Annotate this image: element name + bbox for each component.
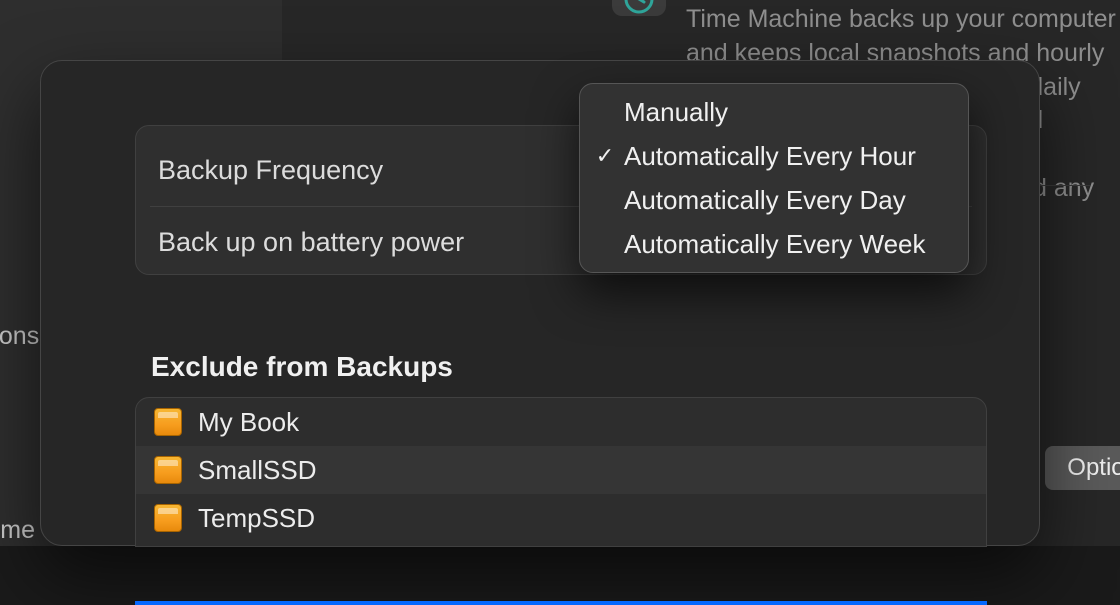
exclude-heading: Exclude from Backups bbox=[151, 351, 453, 383]
menu-item-hourly[interactable]: ✓ Automatically Every Hour bbox=[580, 134, 968, 178]
exclude-item-label: My Book bbox=[198, 407, 299, 438]
backup-frequency-menu: Manually ✓ Automatically Every Hour Auto… bbox=[579, 83, 969, 273]
disk-icon bbox=[154, 456, 182, 484]
selection-highlight bbox=[135, 601, 987, 605]
menu-item-weekly[interactable]: Automatically Every Week bbox=[580, 222, 968, 266]
menu-item-label: Automatically Every Week bbox=[624, 229, 926, 260]
exclude-item-label: SmallSSD bbox=[198, 455, 316, 486]
exclude-list[interactable]: My Book SmallSSD TempSSD bbox=[135, 397, 987, 547]
time-machine-icon bbox=[612, 0, 666, 16]
disk-icon bbox=[154, 504, 182, 532]
exclude-item[interactable]: My Book bbox=[136, 398, 986, 446]
menu-item-label: Automatically Every Hour bbox=[624, 141, 916, 172]
exclude-item[interactable]: TempSSD bbox=[136, 494, 986, 542]
backup-frequency-label: Backup Frequency bbox=[158, 155, 383, 186]
options-button[interactable]: Option bbox=[1045, 446, 1120, 490]
exclude-item[interactable]: SmallSSD bbox=[136, 446, 986, 494]
menu-item-manually[interactable]: Manually bbox=[580, 90, 968, 134]
options-button-label: Option bbox=[1067, 454, 1120, 482]
menu-item-label: Manually bbox=[624, 97, 728, 128]
disk-icon bbox=[154, 408, 182, 436]
menu-item-label: Automatically Every Day bbox=[624, 185, 906, 216]
exclude-item-label: TempSSD bbox=[198, 503, 315, 534]
options-sheet: Backup Frequency Back up on battery powe… bbox=[40, 60, 1040, 546]
backup-on-battery-label: Back up on battery power bbox=[158, 227, 464, 258]
menu-item-daily[interactable]: Automatically Every Day bbox=[580, 178, 968, 222]
checkmark-icon: ✓ bbox=[594, 143, 616, 169]
